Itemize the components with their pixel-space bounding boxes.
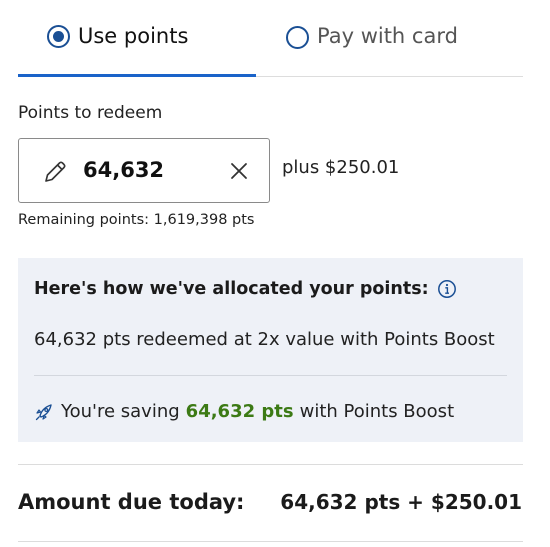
points-input-value[interactable]: 64,632 [83, 158, 164, 182]
points-boost-saving: You're saving 64,632 pts with Points Boo… [34, 401, 454, 422]
radio-unselected-icon[interactable] [286, 25, 309, 49]
saving-amount: 64,632 pts [185, 401, 294, 422]
plus-cash-amount: plus $250.01 [282, 157, 400, 178]
allocation-panel: Here's how we've allocated your points: … [18, 258, 523, 442]
tab-use-points[interactable]: Use points [18, 0, 256, 77]
summary-divider-bottom [18, 541, 523, 542]
info-icon[interactable] [437, 279, 457, 299]
allocation-detail: 64,632 pts redeemed at 2x value with Poi… [34, 329, 495, 350]
saving-prefix: You're saving [61, 401, 180, 422]
payment-tabs: Use points Pay with card [18, 0, 523, 77]
amount-due-value: 64,632 pts + $250.01 [280, 490, 522, 514]
remaining-points: Remaining points: 1,619,398 pts [18, 212, 255, 228]
tab-pay-with-card[interactable]: Pay with card [256, 0, 523, 76]
tab-use-points-label: Use points [78, 23, 189, 48]
points-to-redeem-label: Points to redeem [18, 103, 163, 123]
tab-pay-with-card-label: Pay with card [317, 23, 458, 48]
pencil-icon [45, 161, 66, 182]
summary-divider-top [18, 464, 523, 465]
radio-selected-icon[interactable] [47, 24, 70, 48]
close-icon[interactable] [229, 161, 249, 181]
allocation-divider [34, 375, 507, 376]
amount-due-label: Amount due today: [18, 490, 245, 514]
rocket-icon [35, 403, 52, 420]
points-input-field[interactable]: 64,632 [18, 138, 270, 203]
saving-suffix: with Points Boost [299, 401, 455, 422]
allocation-title: Here's how we've allocated your points: [34, 279, 457, 299]
allocation-title-text: Here's how we've allocated your points: [34, 279, 429, 299]
